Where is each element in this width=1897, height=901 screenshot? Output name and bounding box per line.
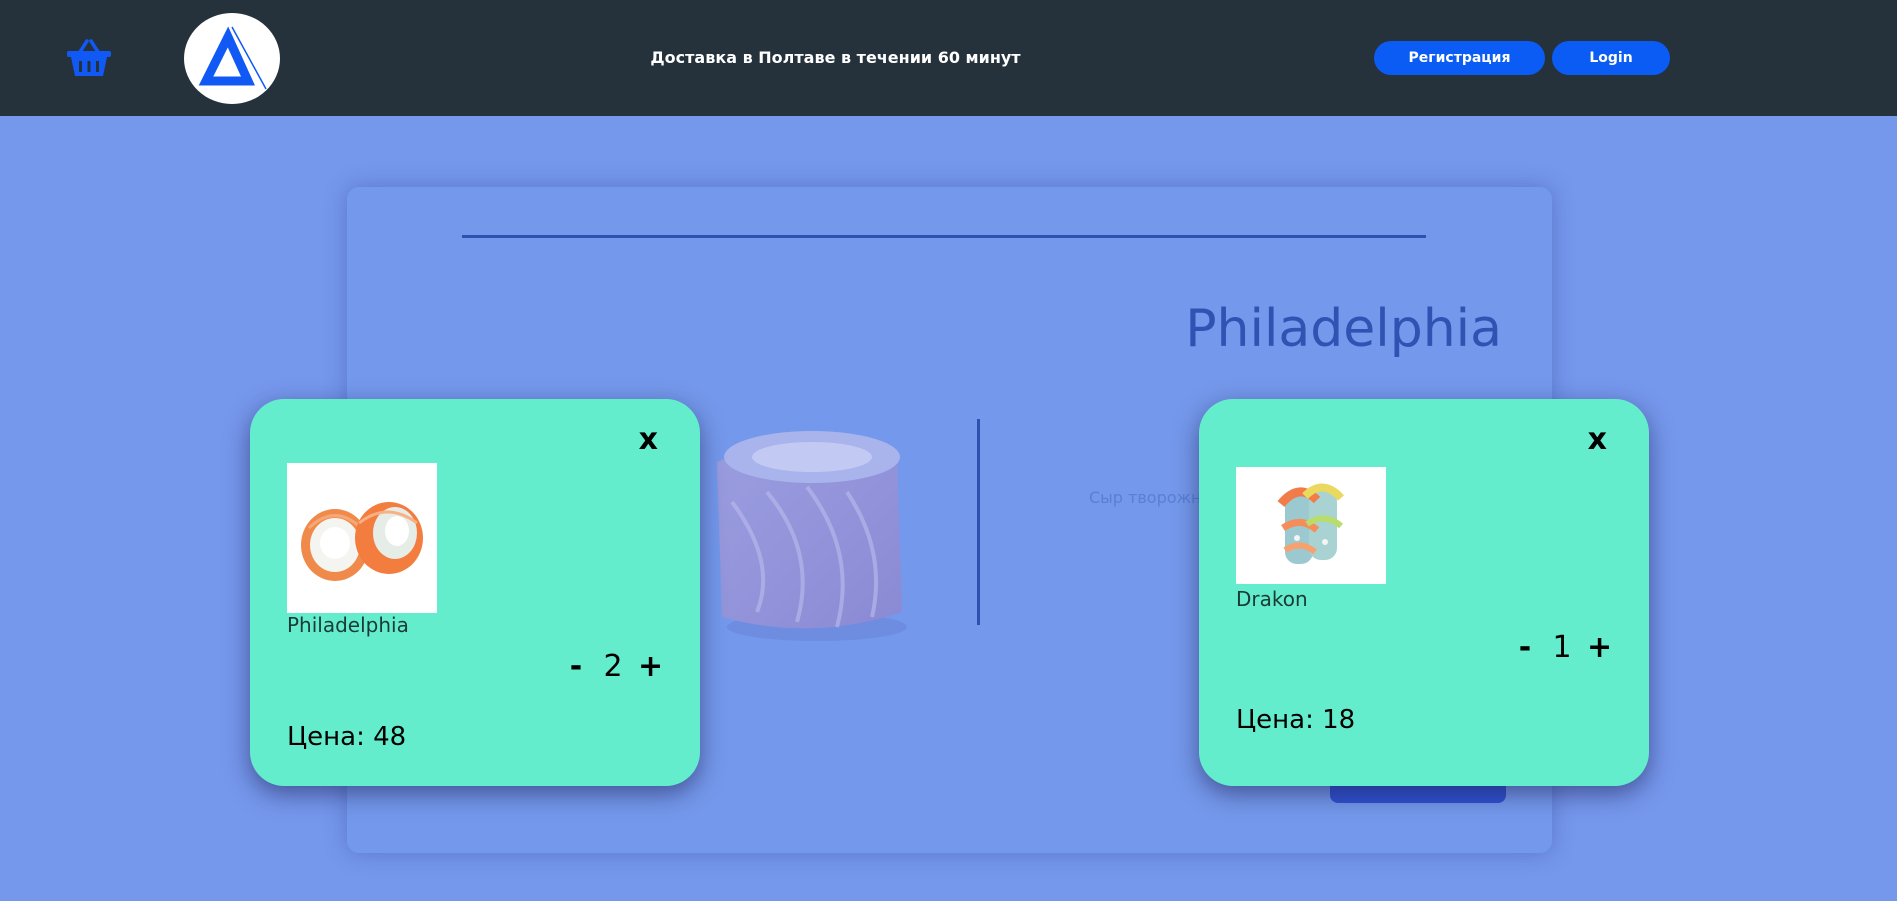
panel-divider-top	[462, 235, 1426, 238]
quantity-stepper: - 1 +	[1513, 630, 1612, 665]
increase-quantity-button[interactable]: +	[1587, 630, 1612, 665]
decrease-quantity-button[interactable]: -	[564, 649, 588, 684]
product-description: Сыр творожн	[1089, 488, 1202, 507]
panel-divider-vertical	[977, 419, 980, 625]
login-button[interactable]: Login	[1552, 41, 1670, 75]
remove-item-button[interactable]: x	[639, 425, 658, 455]
quantity-stepper: - 2 +	[564, 649, 663, 684]
quantity-value: 2	[603, 649, 623, 684]
product-title: Philadelphia	[1185, 299, 1502, 359]
cart-item-price: Цена: 48	[287, 722, 407, 752]
register-button[interactable]: Регистрация	[1374, 41, 1545, 75]
site-header: Доставка в Полтаве в течении 60 минут Ре…	[0, 0, 1897, 116]
decrease-quantity-button[interactable]: -	[1513, 630, 1537, 665]
cart-item-image	[287, 463, 437, 613]
quantity-value: 1	[1552, 630, 1572, 665]
cart-item-price: Цена: 18	[1236, 705, 1356, 735]
cart-item-name: Drakon	[1236, 587, 1308, 611]
cart-item-card: x Drakon - 1 + Цена: 18	[1199, 399, 1649, 786]
increase-quantity-button[interactable]: +	[638, 649, 663, 684]
cart-item-name: Philadelphia	[287, 613, 409, 637]
product-image	[687, 412, 932, 647]
remove-item-button[interactable]: x	[1588, 425, 1607, 455]
cart-item-card: x Philadelphia - 2 + Цена: 48	[250, 399, 700, 786]
cart-item-image	[1236, 467, 1386, 584]
